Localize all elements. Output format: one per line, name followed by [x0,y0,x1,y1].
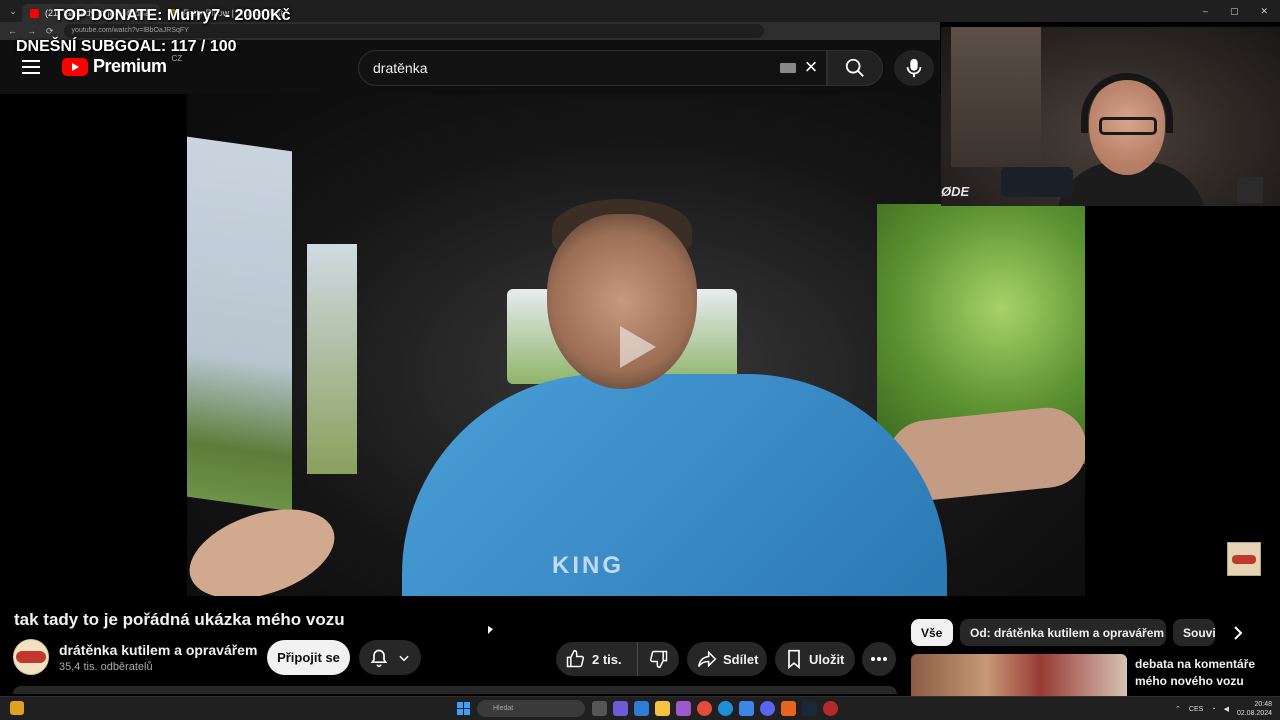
notification-bell-button[interactable] [359,640,421,675]
taskbar-apps [592,701,838,716]
window-controls: – ▢ ✕ [1203,6,1280,17]
shirt-print-text: KING [552,552,624,579]
chip-from-channel[interactable]: Od: drátěnka kutilem a opravářem [960,619,1166,646]
subgoal-overlay: DNEŠNÍ SUBGOAL: 117 / 100 [16,38,237,55]
hamburger-menu-icon[interactable] [20,56,42,78]
edge-icon[interactable] [718,701,733,716]
share-icon [697,650,717,668]
app-icon[interactable] [739,701,754,716]
reload-icon[interactable]: ⟳ [46,26,54,37]
chips-next-button[interactable] [1226,619,1250,646]
wifi-icon[interactable]: ◔ [1211,706,1215,713]
steam-icon[interactable] [802,701,817,716]
app-icon[interactable] [676,701,691,716]
person-hand [187,492,346,596]
thumbs-up-icon [566,649,585,668]
play-icon[interactable] [618,324,658,370]
chip-all[interactable]: Vše [911,619,953,646]
like-dislike-group: 2 tis. [556,642,679,676]
channel-avatar[interactable] [13,639,49,675]
widget-icon[interactable] [10,701,24,715]
search-input[interactable] [373,60,773,76]
car-window-left [187,136,292,512]
webcam-background [951,27,1041,167]
windows-start-icon[interactable] [457,702,470,715]
video-title: tak tady to je pořádná ukázka mého vozu [14,610,345,629]
more-actions-button[interactable] [862,642,896,676]
channel-watermark-icon[interactable] [1227,542,1261,576]
system-tray: ⌃ CES ◔ ◀ 20:48 02.08.2024 [1175,700,1272,718]
mic-brand-text: ØDE [941,184,970,199]
like-count: 2 tis. [592,651,622,667]
discord-icon[interactable] [760,701,775,716]
taskbar-search[interactable]: Hledat [477,700,585,717]
recommendation-thumbnail[interactable] [911,654,1127,696]
dislike-button[interactable] [638,642,679,676]
chrome-icon[interactable] [697,701,712,716]
tray-chevron-icon[interactable]: ⌃ [1175,705,1181,713]
chevron-down-icon [399,655,409,661]
save-label: Uložit [809,651,845,667]
task-view-icon[interactable] [592,701,607,716]
language-indicator[interactable]: CES [1189,706,1203,713]
forward-icon[interactable]: → [27,26,36,36]
app-icon[interactable] [613,701,628,716]
search-box: × [358,50,827,86]
like-button[interactable]: 2 tis. [556,642,638,676]
subscriber-count: 35,4 tis. odběratelů [59,661,153,673]
back-icon[interactable]: ← [8,26,17,36]
chip-related[interactable]: Souvisejí [1173,619,1215,646]
description-box[interactable] [13,686,897,694]
taskbar-clock[interactable]: 20:48 02.08.2024 [1237,700,1272,718]
youtube-premium-logo[interactable]: Premium CZ [62,54,182,77]
url-field[interactable]: youtube.com/watch?v=lBbOaJRSqFY [63,24,764,38]
maximize-icon[interactable]: ▢ [1230,6,1239,17]
car-window-left-rear [307,244,357,474]
microphone-device [1001,167,1073,197]
search-button[interactable] [827,50,883,86]
close-window-icon[interactable]: ✕ [1260,6,1268,17]
youtube-logo-icon [62,57,88,76]
mouse-cursor-icon [488,626,493,634]
top-donate-overlay: TOP DONATE: Murry7 - 2000Kč [54,7,291,24]
keyboard-icon[interactable] [780,63,796,73]
save-button[interactable]: Uložit [775,642,855,676]
tab-search-icon[interactable]: ⌄ [4,2,22,20]
voice-search-button[interactable] [894,50,934,86]
microphone-icon [906,58,922,78]
bookmark-icon [788,649,800,669]
bell-icon [370,649,388,667]
webcam-lamp [1237,177,1263,203]
app-icon[interactable] [781,701,796,716]
more-horiz-icon [871,657,887,661]
windows-taskbar: Hledat ⌃ CES ◔ ◀ 20:48 02.08.2024 [0,696,1280,720]
glasses-icon [1099,117,1157,135]
channel-name[interactable]: drátěnka kutilem a opravářem [59,642,257,658]
clear-search-icon[interactable]: × [800,56,822,79]
minimize-icon[interactable]: – [1203,6,1208,17]
youtube-favicon-icon [30,8,39,18]
file-explorer-icon[interactable] [655,701,670,716]
search-icon [845,58,864,77]
person-shirt [402,374,947,596]
thumbs-down-icon [649,650,667,669]
streamer-webcam: ØDE [941,27,1280,206]
chevron-right-icon [1234,625,1243,640]
logo-brand-text: Premium [93,56,167,76]
share-label: Sdílet [723,651,759,667]
share-button[interactable]: Sdílet [687,642,767,676]
recommendation-title[interactable]: debata na komentáře mého nového vozu [1135,656,1275,690]
avatar-badge-icon [16,651,46,663]
volume-icon[interactable]: ◀ [1224,705,1229,713]
obs-icon[interactable] [823,701,838,716]
clock-time: 20:48 [1254,701,1272,708]
clock-date: 02.08.2024 [1236,710,1272,717]
join-button[interactable]: Připojit se [267,640,350,675]
app-icon[interactable] [634,701,649,716]
